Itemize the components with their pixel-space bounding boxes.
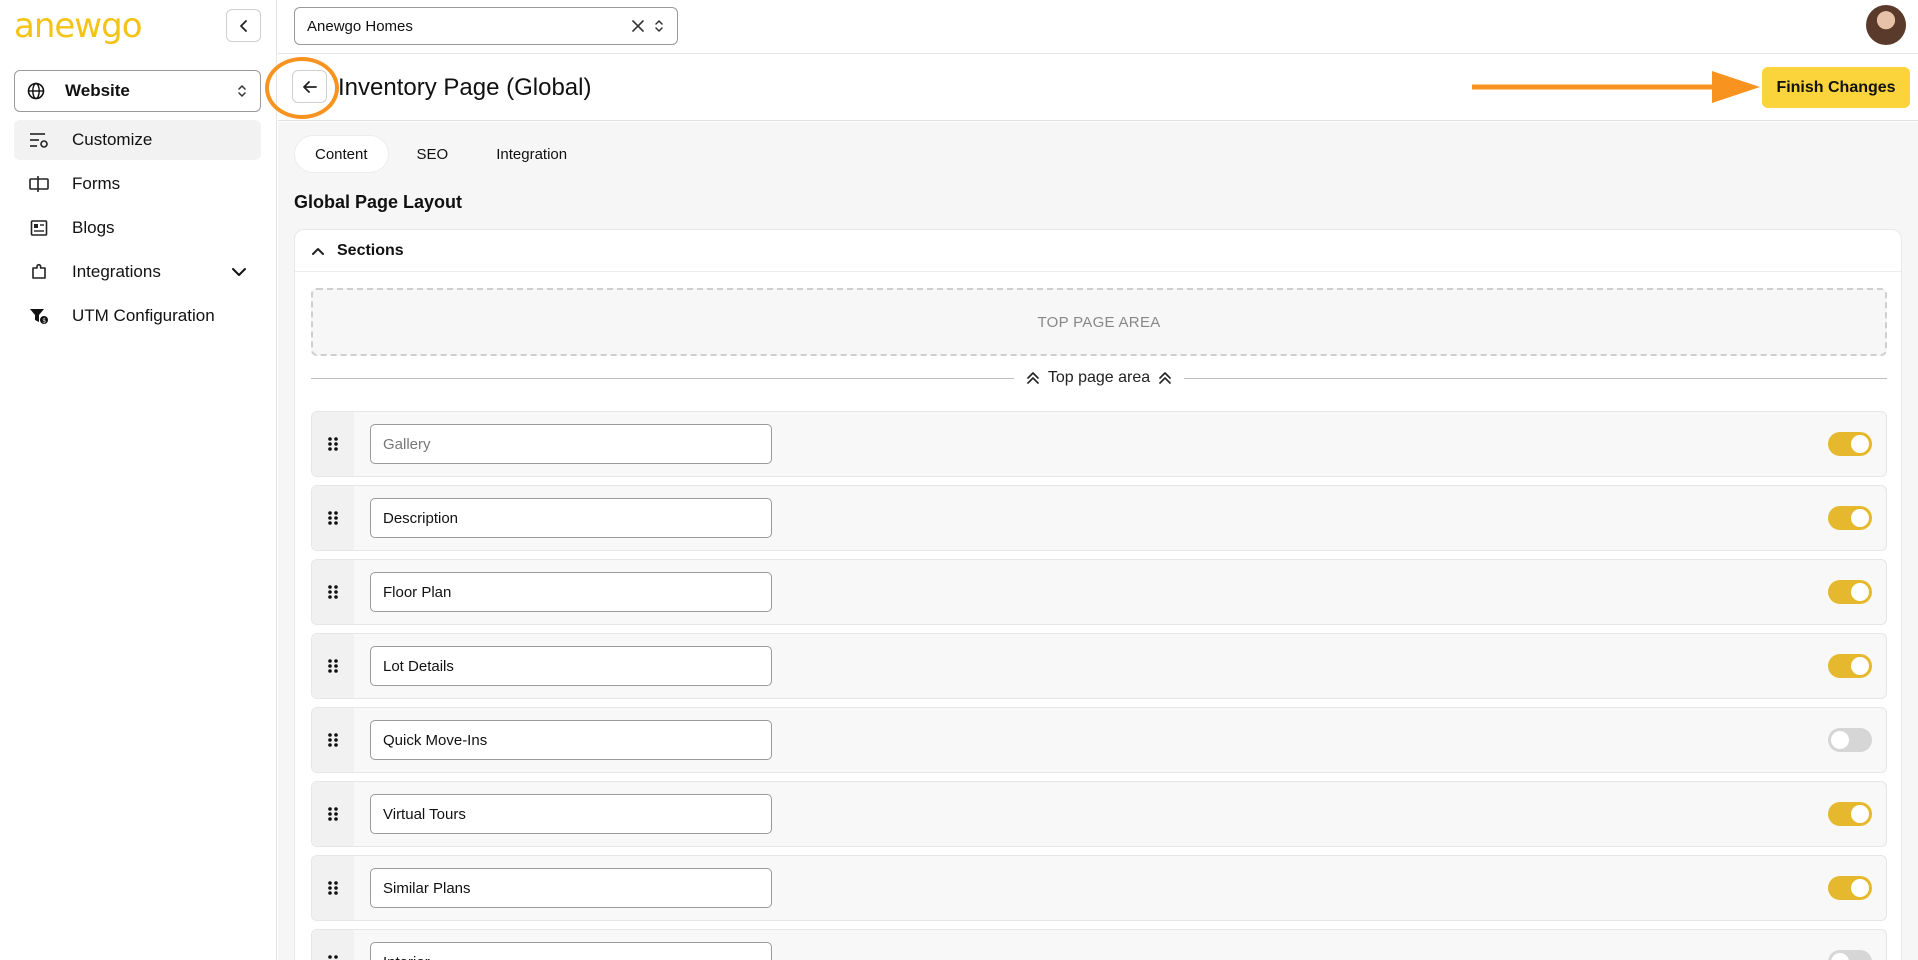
section-visibility-toggle[interactable] (1828, 432, 1872, 456)
section-name-input[interactable] (370, 794, 772, 834)
clear-icon[interactable] (631, 19, 645, 33)
section-visibility-toggle[interactable] (1828, 876, 1872, 900)
newspaper-icon (28, 217, 50, 239)
sliders-icon (28, 129, 50, 151)
sidebar-item-label: UTM Configuration (72, 306, 215, 325)
drag-handle-icon[interactable] (312, 708, 354, 772)
sidebar-item-label: Blogs (72, 218, 115, 237)
finish-changes-button[interactable]: Finish Changes (1762, 67, 1910, 108)
top-page-drop-zone[interactable]: TOP PAGE AREA (311, 288, 1887, 356)
chevron-down-icon[interactable] (231, 266, 247, 278)
section-visibility-toggle[interactable] (1828, 802, 1872, 826)
section-row (311, 633, 1887, 699)
section-visibility-toggle[interactable] (1828, 728, 1872, 752)
section-name-input[interactable] (370, 572, 772, 612)
svg-text:$: $ (42, 318, 46, 325)
drag-handle-icon[interactable] (312, 856, 354, 920)
section-row (311, 411, 1887, 477)
section-row (311, 707, 1887, 773)
page-title: Inventory Page (Global) (338, 74, 592, 101)
sections-title: Sections (337, 241, 404, 259)
double-chevron-up-icon (1027, 372, 1039, 384)
collapse-sidebar-button[interactable] (226, 9, 261, 42)
section-row (311, 559, 1887, 625)
sidebar-item-blogs[interactable]: Blogs (14, 208, 261, 248)
drag-handle-icon[interactable] (312, 930, 354, 960)
chevron-updown-icon (238, 84, 246, 98)
drag-handle-icon[interactable] (312, 782, 354, 846)
section-row (311, 781, 1887, 847)
back-button-highlight-circle (265, 57, 339, 119)
divider-label: Top page area (1047, 369, 1151, 386)
top-page-area-divider: Top page area (311, 366, 1887, 390)
sidebar-item-customize[interactable]: Customize (14, 120, 261, 160)
sidebar: anewgo Website Customize Forms Blogs Int… (0, 0, 277, 960)
organization-select-value: Anewgo Homes (307, 17, 413, 35)
chevron-up-icon (312, 247, 324, 255)
sections-card: Sections TOP PAGE AREA Top page area (294, 229, 1902, 960)
section-name-input[interactable] (370, 498, 772, 538)
anewgo-logo[interactable]: anewgo (14, 6, 142, 46)
tab-bar: Content SEO Integration (294, 135, 587, 173)
tab-seo[interactable]: SEO (397, 135, 469, 173)
form-icon (28, 173, 50, 195)
sidebar-item-label: Customize (72, 130, 153, 149)
section-name-input[interactable] (370, 942, 772, 960)
sidebar-item-forms[interactable]: Forms (14, 164, 261, 204)
user-avatar[interactable] (1866, 5, 1906, 45)
double-chevron-up-icon (1159, 372, 1171, 384)
section-name-input[interactable] (370, 424, 772, 464)
drag-handle-icon[interactable] (312, 560, 354, 624)
section-rows (311, 411, 1887, 960)
drag-handle-icon[interactable] (312, 486, 354, 550)
section-row (311, 485, 1887, 551)
section-row (311, 855, 1887, 921)
funnel-icon: $ (28, 305, 50, 327)
section-title: Global Page Layout (294, 192, 463, 212)
sidebar-item-integrations[interactable]: Integrations (14, 252, 261, 292)
section-name-input[interactable] (370, 868, 772, 908)
tab-content[interactable]: Content (294, 135, 389, 173)
globe-icon (27, 82, 45, 100)
topbar: Anewgo Homes (278, 0, 1918, 54)
site-select[interactable]: Website (14, 70, 261, 112)
sidebar-item-utm-configuration[interactable]: $ UTM Configuration (14, 296, 261, 336)
drag-handle-icon[interactable] (312, 412, 354, 476)
section-name-input[interactable] (370, 646, 772, 686)
sidebar-nav: Customize Forms Blogs Integrations $ UTM… (14, 120, 261, 340)
section-row (311, 929, 1887, 960)
tab-integration[interactable]: Integration (476, 135, 587, 173)
section-visibility-toggle[interactable] (1828, 654, 1872, 678)
section-visibility-toggle[interactable] (1828, 950, 1872, 960)
sections-header[interactable]: Sections (295, 230, 1901, 272)
organization-select[interactable]: Anewgo Homes (294, 7, 678, 45)
sidebar-item-label: Forms (72, 174, 121, 193)
puzzle-icon (28, 261, 50, 283)
chevron-left-icon (239, 19, 247, 32)
sidebar-item-label: Integrations (72, 262, 161, 281)
site-select-value: Website (65, 81, 130, 100)
drag-handle-icon[interactable] (312, 634, 354, 698)
chevron-updown-icon (655, 19, 663, 33)
section-visibility-toggle[interactable] (1828, 506, 1872, 530)
annotation-arrow-icon (1472, 71, 1760, 103)
section-visibility-toggle[interactable] (1828, 580, 1872, 604)
main-content: Content SEO Integration Global Page Layo… (278, 122, 1918, 960)
section-name-input[interactable] (370, 720, 772, 760)
